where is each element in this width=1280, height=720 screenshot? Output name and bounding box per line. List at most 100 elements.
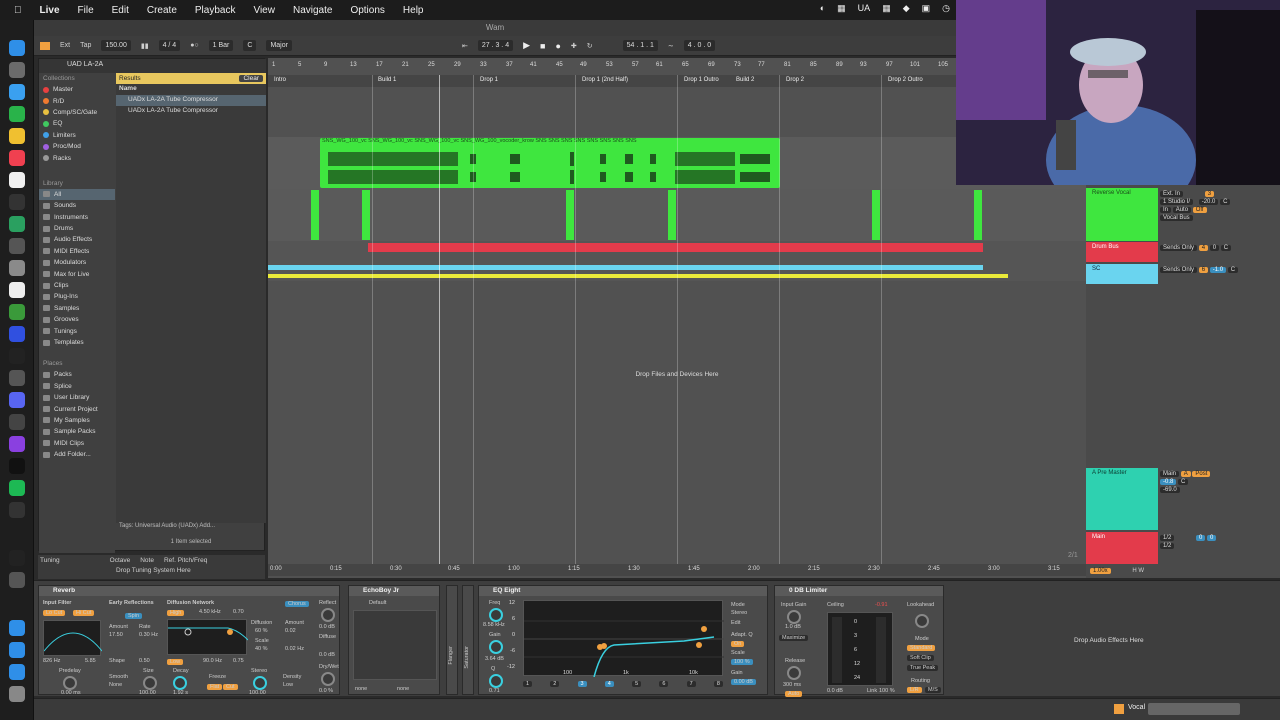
discord-icon[interactable] (9, 392, 25, 408)
pan-field[interactable]: C (1178, 479, 1189, 485)
quantize-select[interactable]: 1 Bar (208, 40, 234, 51)
name-column-header[interactable]: Name (116, 84, 266, 95)
spin-toggle[interactable]: Spin (125, 613, 143, 619)
input-type-select[interactable]: Sends Only (1160, 245, 1198, 251)
song-position-field[interactable]: 27 . 3 . 4 (477, 40, 514, 51)
track-number[interactable]: 6 (1198, 267, 1209, 273)
app2-icon[interactable] (9, 304, 25, 320)
record-icon[interactable]: ● (555, 41, 560, 51)
post-toggle[interactable]: Post (1192, 471, 1211, 477)
release-value[interactable]: 300 ms (783, 682, 801, 688)
routing-ms-toggle[interactable]: M/S (925, 687, 941, 693)
decay-knob[interactable] (173, 676, 187, 690)
places-item[interactable]: Current Project (39, 403, 115, 414)
library-item[interactable]: Instruments (39, 212, 115, 223)
locator-marker[interactable]: Drop 2 Outro (888, 77, 923, 83)
input-type-select[interactable]: Sends Only (1160, 267, 1198, 273)
volume-field[interactable]: -20.0 (1198, 199, 1219, 205)
slack-icon[interactable]: ▦ (882, 3, 891, 14)
link-icon[interactable] (40, 41, 50, 50)
collection-item[interactable]: Limiters (39, 130, 115, 141)
pencil-icon[interactable]: ∼ (668, 42, 674, 50)
lo-cut-toggle[interactable]: Lo Cut (43, 610, 66, 616)
cut-toggle[interactable]: Cut (223, 684, 238, 690)
amount-value[interactable]: 17.50 (109, 632, 123, 638)
sc-clip[interactable] (268, 265, 983, 270)
time-ruler[interactable]: 0:00 0:15 0:30 0:45 1:00 1:15 1:30 1:45 2:00 2:15… (268, 564, 1086, 576)
filter-freq-value[interactable]: 826 Hz (43, 658, 60, 664)
eq-gain-value[interactable]: 3.64 dB (485, 656, 504, 662)
trash-icon[interactable] (9, 686, 25, 702)
zoom-level[interactable]: 1.00x (1090, 568, 1111, 574)
input-channel-select[interactable]: 1 Studio I/ (1160, 199, 1194, 205)
locator-marker[interactable]: Drop 1 (480, 77, 498, 83)
audio-clip[interactable]: SNS_WG_100_vc SNS_WG_100_vc SNS_WG_100_v… (320, 138, 780, 188)
auto-release-toggle[interactable]: Auto (785, 691, 803, 697)
monitor-auto[interactable]: Auto (1172, 207, 1192, 213)
browser-search-field[interactable]: UAD LA-2A (39, 59, 266, 73)
pan-field[interactable]: C (1220, 245, 1232, 251)
lookahead-knob[interactable] (915, 614, 929, 628)
scale-select[interactable]: Major (266, 40, 292, 51)
follow-icon[interactable]: ⇤ (462, 42, 468, 50)
automation-icon[interactable]: ✚ (571, 42, 577, 50)
settings-icon[interactable] (9, 238, 25, 254)
reverse-clip[interactable] (872, 190, 880, 240)
input-select[interactable]: 1/2 (1160, 535, 1175, 541)
diffusion-value[interactable]: 60 % (255, 628, 268, 634)
grid-icon[interactable]: ▦ (837, 3, 846, 14)
tap-tempo-button[interactable]: Tap (80, 42, 91, 49)
predelay-value[interactable]: 0.00 ms (61, 690, 81, 696)
menu-navigate[interactable]: Navigate (293, 5, 332, 16)
eq-display[interactable] (523, 600, 724, 678)
reverse-clip[interactable] (362, 190, 370, 240)
max-icon[interactable] (9, 194, 25, 210)
library-item[interactable]: Templates (39, 337, 115, 348)
tempo-field[interactable]: 150.00 (101, 40, 131, 51)
monitor-in[interactable]: In (1160, 207, 1172, 213)
app7-icon[interactable] (9, 572, 25, 588)
eq-band-toggle[interactable]: 4 (604, 681, 614, 687)
loop-length-field[interactable]: 4 . 0 . 0 (683, 40, 716, 51)
track-header-drum-bus[interactable]: Drum Bus (1086, 242, 1158, 262)
decay-value[interactable]: 1.92 s (173, 690, 188, 696)
chorus-rate-value[interactable]: 0.02 Hz (285, 646, 304, 652)
loop-icon[interactable]: ↻ (587, 42, 593, 50)
notes-icon[interactable] (9, 282, 25, 298)
volume-field[interactable]: -0.8 (1160, 479, 1177, 485)
reverb-title[interactable]: Reverb (39, 586, 339, 596)
pan-field[interactable]: C (1220, 199, 1231, 205)
menu-edit[interactable]: Edit (112, 5, 129, 16)
track-header-pre-master[interactable]: A Pre Master (1086, 468, 1158, 530)
library-item[interactable]: Samples (39, 303, 115, 314)
loop-start-field[interactable]: 54 . 1 . 1 (622, 40, 658, 51)
true-peak-toggle[interactable]: True Peak (907, 665, 939, 671)
track-number[interactable]: A (1180, 471, 1191, 477)
flanger-device[interactable]: Flanger (446, 585, 458, 695)
predelay-knob[interactable] (63, 676, 77, 690)
library-item[interactable]: Sounds (39, 200, 115, 211)
automation-clip[interactable] (268, 274, 1008, 278)
pan-field[interactable]: 0 (1207, 535, 1217, 541)
macro-select-2[interactable]: none (397, 686, 409, 692)
track-header-main[interactable]: Main (1086, 532, 1158, 564)
input-type-select[interactable]: Ext. In (1160, 191, 1184, 197)
library-item[interactable]: Max for Live (39, 268, 115, 279)
locator-marker[interactable]: Build 2 (736, 77, 754, 83)
diffuse-value[interactable]: 0.0 dB (319, 652, 335, 658)
chorus-toggle[interactable]: Chorus (285, 601, 309, 607)
control-icon[interactable]: ▣ (922, 3, 931, 14)
stop-icon[interactable]: ■ (540, 41, 545, 51)
app6-icon[interactable] (9, 502, 25, 518)
hi-cut-toggle[interactable]: Hi Cut (73, 610, 95, 616)
chorus-amount-value[interactable]: 0.02 (285, 628, 296, 634)
rate-value[interactable]: 0.30 Hz (139, 632, 158, 638)
ua-icon[interactable] (9, 550, 25, 566)
eq-band-toggle[interactable]: 2 (550, 681, 560, 687)
locator-marker[interactable]: Drop 1 (2nd Half) (582, 77, 628, 83)
places-item[interactable]: User Library (39, 392, 115, 403)
reflect-value[interactable]: 0.0 dB (319, 624, 335, 630)
limiter-mode-select[interactable]: Standard (907, 645, 936, 651)
app3-icon[interactable] (9, 370, 25, 386)
library-item[interactable]: Clips (39, 280, 115, 291)
